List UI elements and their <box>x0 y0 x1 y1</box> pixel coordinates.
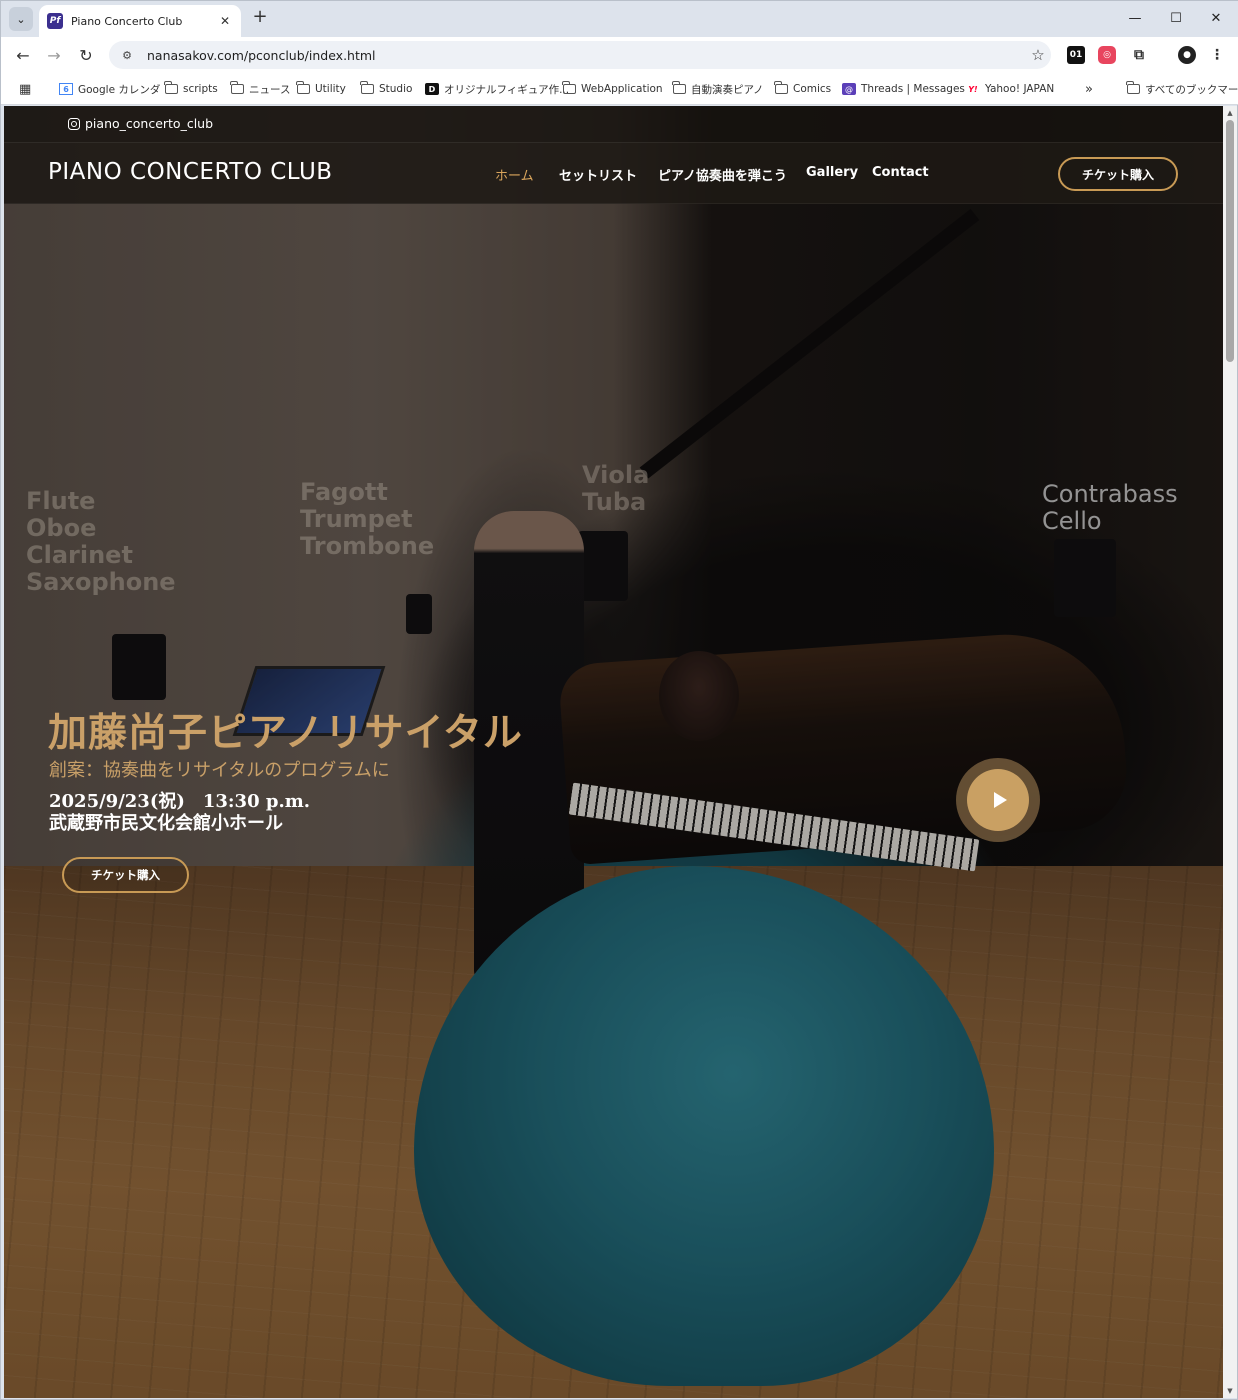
scroll-up-icon[interactable]: ▲ <box>1225 108 1235 118</box>
reload-button[interactable]: ↻ <box>74 43 98 67</box>
instrument-label-woodwinds: Flute Oboe Clarinet Saxophone <box>26 487 176 596</box>
chevron-down-icon: ⌄ <box>16 12 26 26</box>
video-play-button[interactable] <box>956 758 1040 842</box>
site-favicon-icon: Pf <box>47 13 63 29</box>
d-app-icon: D <box>425 83 439 95</box>
bookmark-label: Threads | Messages <box>861 83 965 95</box>
bookmark-scripts[interactable]: scripts <box>164 81 218 97</box>
site-info-icon[interactable]: ⚙ <box>117 45 137 65</box>
close-tab-icon[interactable]: ✕ <box>217 14 233 28</box>
folder-icon <box>230 81 244 95</box>
back-button[interactable]: ← <box>11 43 35 67</box>
instrument-label-brass: Fagott Trumpet Trombone <box>300 478 435 560</box>
bookmark-label: Comics <box>793 83 832 95</box>
site-navbar: PIANO CONCERTO CLUB ホーム セットリスト ピアノ協奏曲を弾こ… <box>4 142 1223 204</box>
reload-icon: ↻ <box>79 45 93 65</box>
hero-subtitle: 創案：協奏曲をリサイタルのプログラムに <box>49 760 390 781</box>
maximize-button[interactable]: ☐ <box>1156 5 1196 31</box>
forward-button[interactable]: → <box>42 43 66 67</box>
bookmark-label: すべてのブックマーク <box>1145 83 1238 96</box>
arrow-left-icon: ← <box>16 45 30 65</box>
bookmark-label: Yahoo! JAPAN <box>985 83 1055 95</box>
tab-title: Piano Concerto Club <box>71 14 183 28</box>
bookmarks-overflow-button[interactable]: » <box>1085 81 1093 97</box>
bookmark-label: WebApplication <box>581 83 663 95</box>
bookmarks-bar: ▦ 6 Google カレンダ scripts ニュース Utility Stu… <box>1 73 1238 105</box>
hero-venue: 武蔵野市民文化会館小ホール <box>49 813 283 834</box>
folder-icon <box>296 81 310 95</box>
tab-strip: ⌄ Pf Piano Concerto Club ✕ + — ☐ ✕ <box>1 1 1238 37</box>
folder-icon <box>360 81 374 95</box>
bookmark-google-calendar[interactable]: 6 Google カレンダ <box>59 81 160 97</box>
bookmark-label: オリジナルフィギュア作... <box>444 83 570 96</box>
nav-home[interactable]: ホーム <box>495 165 534 184</box>
browser-window: ⌄ Pf Piano Concerto Club ✕ + — ☐ ✕ ← → ↻… <box>0 0 1238 1400</box>
bookmark-label: Utility <box>315 83 346 95</box>
tab-piano-concerto-club[interactable]: Pf Piano Concerto Club ✕ <box>39 5 241 37</box>
bookmark-label: Studio <box>379 83 413 95</box>
threads-icon: @ <box>842 83 856 95</box>
close-window-button[interactable]: ✕ <box>1196 5 1236 31</box>
new-tab-button[interactable]: + <box>249 7 271 29</box>
address-bar[interactable]: ⚙ nanasakov.com/pconclub/index.html ☆ <box>109 41 1051 69</box>
bookmark-label: 自動演奏ピアノ <box>691 83 764 96</box>
calendar-icon: 6 <box>59 83 73 95</box>
bookmark-yahoo[interactable]: Y! Yahoo! JAPAN <box>966 81 1054 97</box>
scroll-down-icon[interactable]: ▼ <box>1225 1386 1235 1396</box>
instrument-label-viola-tuba: Viola Tuba <box>582 461 650 516</box>
bookmark-auto-piano[interactable]: 自動演奏ピアノ <box>672 81 764 97</box>
nav-setlist[interactable]: セットリスト <box>559 165 637 184</box>
page-viewport: Flute Oboe Clarinet Saxophone Fagott Tru… <box>4 106 1223 1398</box>
apps-grid-icon[interactable]: ▦ <box>19 81 31 97</box>
site-topbar: piano_concerto_club <box>4 106 1223 142</box>
instagram-link[interactable]: piano_concerto_club <box>68 116 213 131</box>
tab-search-button[interactable]: ⌄ <box>9 7 33 31</box>
extension-01-icon[interactable]: 01 <box>1067 46 1085 64</box>
url-text[interactable]: nanasakov.com/pconclub/index.html <box>147 48 1025 63</box>
instagram-handle: piano_concerto_club <box>85 116 214 131</box>
folder-icon <box>164 81 178 95</box>
hero-ticket-button[interactable]: チケット購入 <box>62 857 189 893</box>
folder-icon <box>672 81 686 95</box>
arrow-right-icon: → <box>47 45 61 65</box>
nav-ticket-button[interactable]: チケット購入 <box>1058 157 1178 191</box>
bookmark-threads[interactable]: @ Threads | Messages <box>842 81 965 97</box>
folder-icon <box>774 81 788 95</box>
minimize-button[interactable]: — <box>1115 5 1155 31</box>
bookmark-label: ニュース <box>249 83 291 96</box>
site-logo[interactable]: PIANO CONCERTO CLUB <box>48 159 333 185</box>
folder-icon <box>562 81 576 95</box>
play-button-inner <box>967 769 1029 831</box>
bookmark-webapplication[interactable]: WebApplication <box>562 81 663 97</box>
bookmark-all-bookmarks[interactable]: すべてのブックマーク <box>1126 81 1238 97</box>
hero-title: 加藤尚子ピアノリサイタル <box>48 711 523 756</box>
extensions-puzzle-icon[interactable]: ⧉ <box>1130 46 1148 64</box>
bookmark-label: scripts <box>183 83 218 95</box>
extension-red-icon[interactable]: ◎ <box>1098 46 1116 64</box>
profile-avatar-icon[interactable]: ● <box>1178 46 1196 64</box>
instrument-label-strings: Contrabass Cello <box>1042 480 1178 535</box>
nav-play-concerto[interactable]: ピアノ協奏曲を弾こう <box>658 165 787 184</box>
bookmark-comics[interactable]: Comics <box>774 81 831 97</box>
browser-toolbar: ← → ↻ ⚙ nanasakov.com/pconclub/index.htm… <box>1 37 1238 73</box>
bookmark-original-figure[interactable]: D オリジナルフィギュア作... <box>425 81 569 97</box>
instagram-icon <box>68 117 80 130</box>
menu-kebab-icon[interactable]: ⋮ <box>1208 46 1226 64</box>
bookmark-label: Google カレンダ <box>78 83 161 96</box>
folder-icon <box>1126 81 1140 95</box>
bookmark-studio[interactable]: Studio <box>360 81 412 97</box>
yahoo-icon: Y! <box>968 84 978 94</box>
bookmark-star-icon[interactable]: ☆ <box>1025 46 1051 64</box>
play-icon <box>993 792 1007 808</box>
bookmark-utility[interactable]: Utility <box>296 81 346 97</box>
nav-contact[interactable]: Contact <box>872 165 929 180</box>
scrollbar-thumb[interactable] <box>1226 120 1234 362</box>
nav-gallery[interactable]: Gallery <box>806 165 858 180</box>
bookmark-news[interactable]: ニュース <box>230 81 290 97</box>
page-scrollbar[interactable]: ▲ ▼ <box>1223 106 1237 1398</box>
